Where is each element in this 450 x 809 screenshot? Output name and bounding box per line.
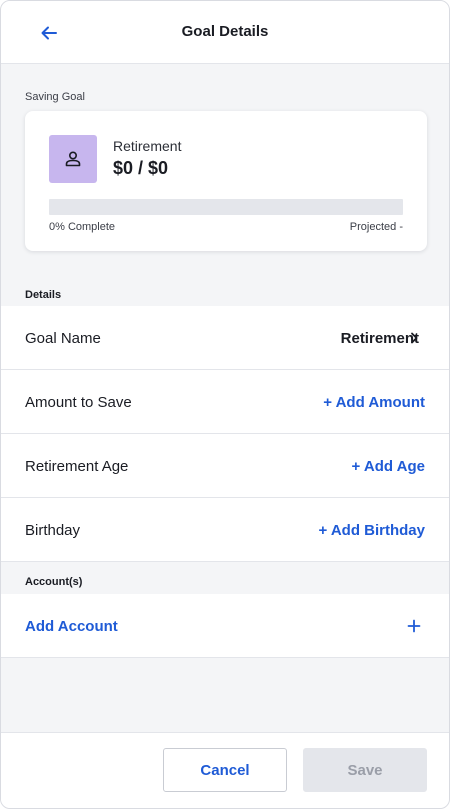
goal-name-row[interactable]: Goal Name Retirement: [1, 306, 449, 370]
add-birthday-link[interactable]: + Add Birthday: [318, 522, 425, 539]
projected-label: Projected -: [349, 221, 403, 233]
add-age-link[interactable]: + Add Age: [352, 458, 425, 475]
retirement-age-row[interactable]: Retirement Age + Add Age: [1, 434, 449, 498]
amount-to-save-row[interactable]: Amount to Save + Add Amount: [1, 370, 449, 434]
page-title: Goal Details: [181, 23, 269, 40]
add-amount-link[interactable]: + Add Amount: [323, 394, 425, 411]
saving-goal-section-label: Saving Goal: [25, 91, 85, 103]
header: Goal Details: [1, 1, 449, 64]
details-list: Goal Name Retirement Amount to Save + Ad…: [1, 306, 449, 562]
row-label: Goal Name: [25, 330, 101, 347]
add-account-link[interactable]: Add Account: [25, 618, 118, 635]
accounts-list: Add Account: [1, 594, 449, 658]
add-account-row[interactable]: Add Account: [1, 594, 449, 658]
goal-progress-bar: [49, 199, 403, 215]
person-icon: [65, 151, 81, 167]
birthday-row[interactable]: Birthday + Add Birthday: [1, 498, 449, 562]
goal-amount: $0 / $0: [113, 158, 169, 178]
goal-details-screen: Goal Details Saving Goal Retirement $0 /…: [0, 0, 450, 809]
goal-avatar: [49, 135, 97, 183]
cancel-button[interactable]: Cancel: [163, 748, 287, 792]
row-label: Amount to Save: [25, 394, 132, 411]
row-label: Birthday: [25, 522, 81, 539]
footer-actions: Cancel Save: [1, 732, 449, 808]
goal-summary-card: Retirement $0 / $0 0% Complete Projected…: [25, 111, 427, 251]
row-label: Retirement Age: [25, 458, 129, 475]
goal-name: Retirement: [113, 138, 182, 154]
plus-icon[interactable]: [407, 619, 421, 633]
chevron-right-icon: [411, 332, 418, 344]
details-section-label: Details: [25, 289, 62, 301]
accounts-section-label: Account(s): [25, 576, 83, 588]
progress-complete-label: 0% Complete: [49, 221, 116, 233]
save-button[interactable]: Save: [303, 748, 427, 792]
